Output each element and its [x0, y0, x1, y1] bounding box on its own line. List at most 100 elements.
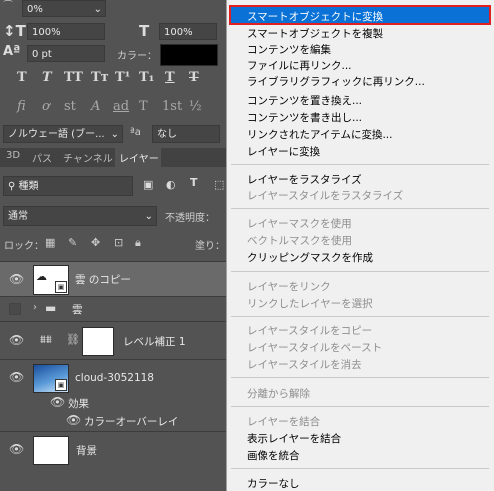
eye-icon[interactable]: 👁︎	[50, 395, 65, 409]
menu-item-enable-layer-mask: レイヤーマスクを使用	[247, 218, 352, 230]
smart-object-badge-icon: ▣	[55, 281, 67, 293]
all-caps-button[interactable]: TT	[64, 70, 83, 85]
search-icon: ⚲	[8, 181, 19, 192]
faux-bold-button[interactable]: T	[17, 70, 27, 85]
language-select[interactable]: ノルウェー語 (ブー... ⌄	[3, 125, 123, 143]
ligatures-button[interactable]: fi	[17, 99, 26, 114]
color-swatch[interactable]	[160, 44, 218, 66]
tab-channels[interactable]: チャンネル	[63, 150, 113, 165]
layer-name[interactable]: レベル補正 1	[123, 334, 186, 349]
menu-item-merge-visible[interactable]: 表示レイヤーを結合	[247, 431, 341, 446]
horizontal-scale-value: 100%	[164, 27, 193, 38]
menu-item-no-color[interactable]: カラーなし	[247, 476, 300, 491]
effects-row[interactable]: 👁︎ 効果	[0, 394, 226, 412]
menu-item-edit-contents[interactable]: コンテンツを編集	[247, 42, 331, 57]
chevron-down-icon: ⌄	[144, 211, 153, 222]
menu-separator	[231, 468, 489, 469]
titling-alternates-button[interactable]: T	[139, 99, 148, 114]
menu-item-export-contents[interactable]: コンテンツを書き出し...	[247, 110, 362, 125]
blend-mode-select[interactable]: 通常 ⌄	[3, 206, 157, 226]
menu-item-rasterize-layer[interactable]: レイヤーをラスタライズ	[247, 172, 362, 187]
horizontal-scale-field[interactable]: 100%	[159, 23, 217, 40]
menu-item-relink-library[interactable]: ライブラリグラフィックに再リンク...	[247, 74, 425, 89]
eye-icon[interactable]: 👁︎	[9, 333, 24, 347]
lock-transparent-icon[interactable]: ▦	[45, 236, 55, 249]
color-overlay-row[interactable]: 👁︎ カラーオーバーレイ	[0, 412, 226, 430]
layer-mask-thumbnail[interactable]	[82, 327, 114, 356]
fractions-button[interactable]: ½	[189, 99, 202, 114]
strikethrough-button[interactable]: T	[189, 70, 199, 85]
chevron-right-icon[interactable]: ›	[33, 302, 37, 313]
layer-row-levels[interactable]: 👁︎ ⩩⩩ ⛓︎ レベル補正 1	[0, 321, 226, 359]
menu-item-create-clipping-mask[interactable]: クリッピングマスクを作成	[247, 250, 373, 265]
subscript-button[interactable]: T₁	[139, 70, 154, 85]
menu-item-merge-layers: レイヤーを結合	[247, 416, 321, 428]
tracking-field[interactable]: 0% ⌄	[22, 0, 106, 17]
color-overlay-label: カラーオーバーレイ	[84, 416, 179, 428]
layer-row-cloud[interactable]: 👁︎ ▣ cloud-3052118	[0, 359, 226, 394]
small-caps-button[interactable]: Tт	[91, 70, 109, 85]
lock-all-icon[interactable]: 🔒︎	[135, 236, 141, 250]
menu-separator	[231, 164, 489, 165]
menu-item-rasterize-style: レイヤースタイルをラスタライズ	[247, 190, 404, 202]
baseline-field[interactable]: 0 pt	[27, 45, 105, 62]
ordinals-button[interactable]: 1st	[162, 99, 182, 114]
stylistic-alternates-button[interactable]: ad	[113, 99, 129, 114]
contextual-alternates-button[interactable]: ơ	[42, 99, 50, 114]
tracking-icon: ⁀	[4, 1, 13, 12]
menu-item-replace-contents[interactable]: コンテンツを置き換え...	[247, 93, 362, 108]
menu-separator	[231, 316, 489, 317]
swash-button[interactable]: A	[91, 99, 100, 114]
tracking-value: 0%	[27, 4, 43, 15]
vertical-scale-icon: ↕T	[3, 22, 26, 40]
lock-artboard-icon[interactable]: ⊡	[114, 236, 123, 249]
layer-name[interactable]: cloud-3052118	[75, 372, 154, 384]
eye-icon[interactable]: 👁︎	[66, 413, 81, 427]
layer-name[interactable]: 背景	[76, 443, 97, 458]
layer-filter-select[interactable]: ⚲ 種類	[3, 176, 133, 196]
layer-row-group[interactable]: › ▬ 雲	[0, 296, 226, 321]
layer-name[interactable]: 雲	[72, 302, 83, 317]
antialias-select[interactable]: なし	[152, 125, 220, 143]
menu-item-clear-style: レイヤースタイルを消去	[247, 359, 362, 371]
menu-item-relink-file[interactable]: ファイルに再リンク...	[247, 58, 352, 73]
layer-thumbnail: ▣	[33, 364, 69, 393]
visibility-off-box[interactable]	[9, 303, 21, 315]
folder-icon: ▬	[45, 301, 57, 315]
levels-icon: ⩩⩩	[40, 333, 52, 346]
menu-item-duplicate-smart-object[interactable]: スマートオブジェクトを複製	[247, 26, 383, 41]
layer-name[interactable]: 雲 のコピー	[75, 272, 131, 287]
type-filter-icon[interactable]: T	[190, 176, 198, 189]
adjustment-filter-icon[interactable]: ◐	[166, 178, 176, 191]
blend-mode-value: 通常	[8, 211, 28, 222]
menu-item-convert-to-layers[interactable]: レイヤーに変換	[247, 144, 320, 159]
tab-layers[interactable]: レイヤー	[115, 148, 161, 167]
baseline-shift-icon: Aª	[3, 44, 21, 59]
link-icon[interactable]: ⛓︎	[66, 333, 80, 346]
baseline-value: 0 pt	[32, 49, 52, 60]
shape-filter-icon[interactable]: ⬚	[214, 178, 224, 191]
pixel-filter-icon[interactable]: ▣	[143, 178, 153, 191]
menu-item-link-layers: レイヤーをリンク	[247, 281, 331, 293]
underline-button[interactable]: T	[165, 70, 175, 85]
eye-icon[interactable]: 👁︎	[9, 370, 24, 384]
faux-italic-button[interactable]: T	[42, 70, 52, 85]
layer-row-background[interactable]: 👁︎ 背景	[0, 431, 226, 467]
menu-item-highlighted[interactable]: スマートオブジェクトに変換	[229, 5, 491, 25]
lock-position-icon[interactable]: ✥	[91, 236, 100, 249]
style-buttons: T T TT Tт T¹ T₁ T T	[0, 70, 226, 90]
tab-paths[interactable]: パス	[32, 150, 52, 165]
menu-item-convert-to-linked[interactable]: リンクされたアイテムに変換...	[247, 127, 392, 142]
menu-item-flatten-image[interactable]: 画像を統合	[247, 448, 300, 463]
horizontal-scale-icon: T	[139, 22, 150, 40]
tab-3d[interactable]: 3D	[6, 150, 20, 161]
eye-icon[interactable]: 👁︎	[9, 442, 24, 456]
lock-image-icon[interactable]: ✎	[68, 236, 77, 249]
layer-row-smart-copy[interactable]: 👁︎ ☁︎ ▣ 雲 のコピー	[0, 261, 226, 296]
eye-icon[interactable]: 👁︎	[9, 272, 24, 286]
superscript-button[interactable]: T¹	[115, 70, 130, 85]
discretionary-ligatures-button[interactable]: st	[64, 99, 76, 114]
smart-object-badge-icon: ▣	[55, 379, 67, 391]
cloud-thumb-icon: ☁︎	[36, 270, 47, 283]
vertical-scale-field[interactable]: 100%	[27, 23, 105, 40]
